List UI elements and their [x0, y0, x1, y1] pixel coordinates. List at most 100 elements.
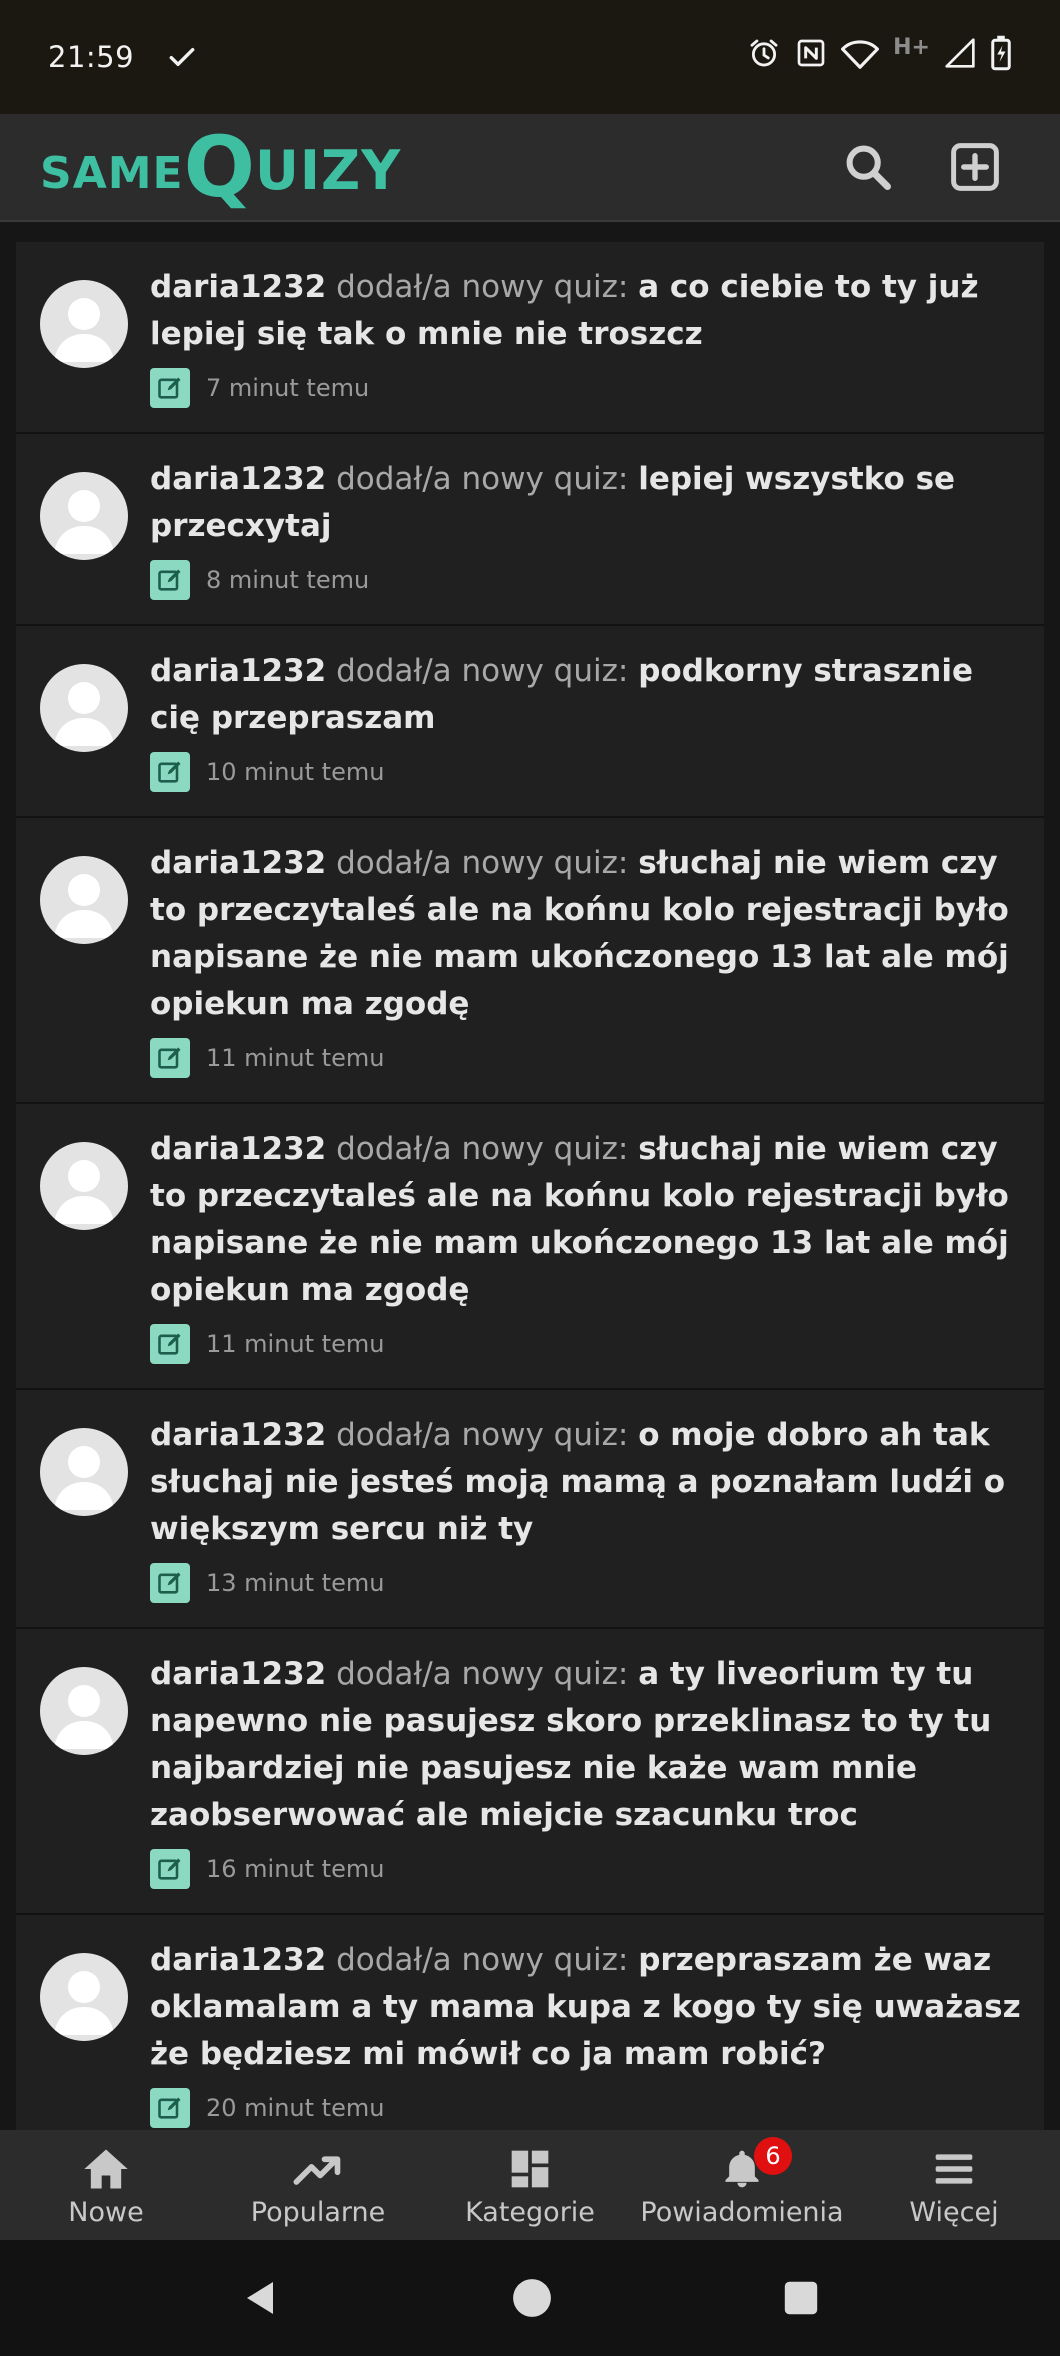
feed-item-meta: 8 minut temu [150, 560, 1028, 600]
feed-item-text: daria1232 dodał/a nowy quiz: przepraszam… [150, 1937, 1028, 2078]
recents-icon[interactable] [783, 2280, 819, 2316]
feed-item[interactable]: daria1232 dodał/a nowy quiz: przepraszam… [16, 1915, 1044, 2130]
status-bar: 21:59 H+ [0, 0, 1060, 114]
feed-item[interactable]: daria1232 dodał/a nowy quiz: o moje dobr… [16, 1390, 1044, 1629]
status-time: 21:59 [48, 40, 135, 74]
edit-icon [150, 1563, 190, 1603]
action-text: dodał/a nowy quiz: [336, 1656, 629, 1692]
feed-item[interactable]: daria1232 dodał/a nowy quiz: podkorny st… [16, 626, 1044, 818]
avatar[interactable] [40, 1667, 128, 1755]
avatar[interactable] [40, 1428, 128, 1516]
feed-item-meta: 11 minut temu [150, 1324, 1028, 1364]
feed-item-meta: 16 minut temu [150, 1849, 1028, 1889]
feed-item-text: daria1232 dodał/a nowy quiz: słuchaj nie… [150, 840, 1028, 1028]
avatar[interactable] [40, 1142, 128, 1230]
home-circle-icon[interactable] [511, 2277, 553, 2319]
feed-item[interactable]: daria1232 dodał/a nowy quiz: a co ciebie… [16, 242, 1044, 434]
nav-label: Więcej [909, 2196, 999, 2228]
nav-label: Powiadomienia [640, 2196, 844, 2228]
wifi-icon [841, 36, 880, 78]
signal-icon [944, 37, 976, 77]
feed-item-meta: 11 minut temu [150, 1038, 1028, 1078]
dashboard-icon [508, 2143, 552, 2195]
nav-label: Nowe [68, 2196, 144, 2228]
feed-item-text: daria1232 dodał/a nowy quiz: o moje dobr… [150, 1412, 1028, 1553]
avatar[interactable] [40, 280, 128, 368]
username-link[interactable]: daria1232 [150, 269, 326, 305]
username-link[interactable]: daria1232 [150, 653, 326, 689]
action-text: dodał/a nowy quiz: [336, 653, 629, 689]
logo-text-same: SAME [40, 147, 184, 199]
avatar[interactable] [40, 856, 128, 944]
nav-popularne[interactable]: Popularne [212, 2143, 424, 2228]
feed-item[interactable]: daria1232 dodał/a nowy quiz: słuchaj nie… [16, 818, 1044, 1104]
feed-item[interactable]: daria1232 dodał/a nowy quiz: a ty liveor… [16, 1629, 1044, 1915]
username-link[interactable]: daria1232 [150, 1942, 326, 1978]
feed-item-meta: 10 minut temu [150, 752, 1028, 792]
avatar[interactable] [40, 472, 128, 560]
edit-icon [150, 1849, 190, 1889]
action-text: dodał/a nowy quiz: [336, 269, 629, 305]
timestamp: 16 minut temu [206, 1855, 385, 1883]
nav-kategorie[interactable]: Kategorie [424, 2143, 636, 2228]
search-icon[interactable] [842, 141, 894, 193]
feed-item-text: daria1232 dodał/a nowy quiz: podkorny st… [150, 648, 1028, 742]
nfc-icon [795, 37, 827, 77]
back-icon[interactable] [241, 2278, 281, 2318]
edit-icon [150, 368, 190, 408]
system-navigation-bar [0, 2240, 1060, 2356]
check-icon [166, 41, 198, 73]
action-text: dodał/a nowy quiz: [336, 461, 629, 497]
action-text: dodał/a nowy quiz: [336, 845, 629, 881]
nav-label: Popularne [250, 2196, 386, 2228]
feed-item-text: daria1232 dodał/a nowy quiz: a ty liveor… [150, 1651, 1028, 1839]
samequizy-logo[interactable]: SAME Q UIZY [40, 118, 402, 217]
logo-text-uizy: UIZY [255, 138, 402, 202]
timestamp: 11 minut temu [206, 1044, 385, 1072]
trending-icon [292, 2143, 344, 2195]
timestamp: 11 minut temu [206, 1330, 385, 1358]
home-icon [80, 2143, 132, 2195]
timestamp: 10 minut temu [206, 758, 385, 786]
edit-icon [150, 2088, 190, 2128]
timestamp: 7 minut temu [206, 374, 370, 402]
username-link[interactable]: daria1232 [150, 845, 326, 881]
nav-wiecej[interactable]: Więcej [848, 2143, 1060, 2228]
notification-count-badge: 6 [754, 2136, 792, 2175]
bottom-navigation: Nowe Popularne Kategorie 6 Powiadomienia… [0, 2130, 1060, 2240]
feed-item-meta: 20 minut temu [150, 2088, 1028, 2128]
feed-item-text: daria1232 dodał/a nowy quiz: a co ciebie… [150, 264, 1028, 358]
edit-icon [150, 1324, 190, 1364]
username-link[interactable]: daria1232 [150, 461, 326, 497]
feed-item-text: daria1232 dodał/a nowy quiz: lepiej wszy… [150, 456, 1028, 550]
edit-icon [150, 560, 190, 600]
nav-powiadomienia[interactable]: 6 Powiadomienia [636, 2136, 848, 2228]
add-box-icon[interactable] [948, 140, 1002, 194]
avatar[interactable] [40, 664, 128, 752]
timestamp: 8 minut temu [206, 566, 370, 594]
avatar[interactable] [40, 1953, 128, 2041]
username-link[interactable]: daria1232 [150, 1417, 326, 1453]
edit-icon [150, 1038, 190, 1078]
action-text: dodał/a nowy quiz: [336, 1131, 629, 1167]
feed-item-meta: 13 minut temu [150, 1563, 1028, 1603]
network-type-label: H+ [893, 34, 930, 60]
timestamp: 13 minut temu [206, 1569, 385, 1597]
username-link[interactable]: daria1232 [150, 1131, 326, 1167]
action-text: dodał/a nowy quiz: [336, 1417, 629, 1453]
feed-item-meta: 7 minut temu [150, 368, 1028, 408]
menu-icon [932, 2143, 976, 2195]
nav-nowe[interactable]: Nowe [0, 2143, 212, 2228]
alarm-icon [747, 36, 781, 78]
activity-feed: daria1232 dodał/a nowy quiz: a co ciebie… [16, 242, 1044, 2130]
username-link[interactable]: daria1232 [150, 1656, 326, 1692]
battery-charging-icon [990, 35, 1012, 79]
feed-item[interactable]: daria1232 dodał/a nowy quiz: lepiej wszy… [16, 434, 1044, 626]
feed-item-text: daria1232 dodał/a nowy quiz: słuchaj nie… [150, 1126, 1028, 1314]
app-header: SAME Q UIZY [0, 114, 1060, 222]
feed-item[interactable]: daria1232 dodał/a nowy quiz: słuchaj nie… [16, 1104, 1044, 1390]
action-text: dodał/a nowy quiz: [336, 1942, 629, 1978]
edit-icon [150, 752, 190, 792]
nav-label: Kategorie [465, 2196, 595, 2228]
logo-text-q: Q [183, 118, 256, 217]
